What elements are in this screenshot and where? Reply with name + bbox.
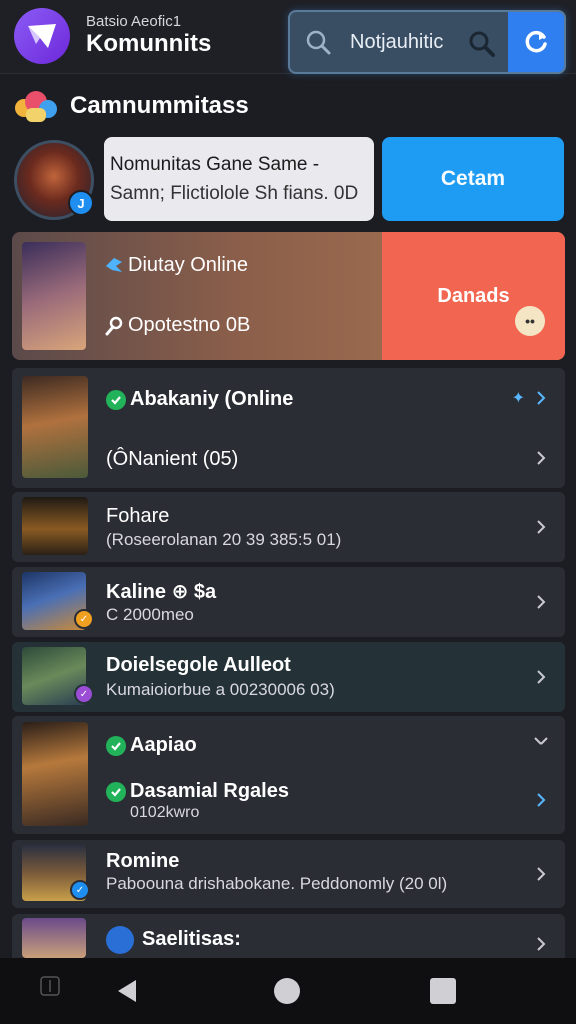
- verified-check-icon: [106, 781, 126, 802]
- list-item-title-row: Aapiao: [106, 734, 197, 757]
- paper-plane-icon: [28, 24, 56, 48]
- app-switch-icon[interactable]: [38, 974, 62, 998]
- featured-card[interactable]: Nomunitas Gane Same - Samn; Flictiolole …: [104, 137, 374, 221]
- list-item-title: Abakaniy (Online: [130, 388, 294, 410]
- app-logo[interactable]: [14, 8, 70, 64]
- home-icon[interactable]: [274, 978, 300, 1004]
- refresh-button[interactable]: [508, 12, 564, 72]
- featured-title: Nomunitas Gane Same -: [110, 154, 320, 175]
- highlight-card[interactable]: Diutay Online Opotestno 0B Danads ••: [12, 232, 565, 360]
- system-nav-bar: [0, 958, 576, 1024]
- chevron-right-icon[interactable]: [533, 390, 549, 406]
- list-item-title: Saelitisas:: [142, 928, 241, 950]
- community-icon: [15, 91, 57, 122]
- list-item[interactable]: Fohare (Roseerolanan 20 39 385:5 01): [12, 492, 565, 562]
- chevron-right-icon[interactable]: [533, 736, 549, 752]
- game-thumbnail: [22, 376, 88, 478]
- highlight-subtitle: Opotestno 0B: [128, 314, 251, 336]
- chevron-right-icon[interactable]: [533, 594, 549, 610]
- list-item-subtitle: (ÔNanient (05): [106, 448, 239, 470]
- chevron-right-icon[interactable]: [533, 866, 549, 882]
- search-bar[interactable]: Notjauhitic: [288, 10, 566, 74]
- highlight-thumbnail: [22, 242, 86, 350]
- list-item[interactable]: Abakaniy (Online (ÔNanient (05) ✦: [12, 368, 565, 488]
- list-item-title: Fohare: [106, 505, 170, 527]
- chevron-right-icon[interactable]: [533, 450, 549, 466]
- game-thumbnail: [22, 722, 88, 826]
- wrench-icon: [105, 316, 123, 335]
- search-icon: [306, 30, 331, 55]
- list-item-subtitle: Kumaioiorbue a 00230006 03): [106, 680, 335, 699]
- globe-icon: [106, 926, 134, 954]
- list-item[interactable]: Aapiao Dasamial Rgales 0102kwro: [12, 716, 565, 834]
- game-thumbnail: [22, 918, 86, 958]
- featured-badge: J: [68, 190, 94, 216]
- game-badge-icon: ✓: [74, 609, 94, 629]
- verified-check-icon: [106, 735, 126, 756]
- list-item[interactable]: Saelitisas:: [12, 914, 565, 958]
- game-badge-icon: ✓: [70, 880, 90, 900]
- list-item-title: Aapiao: [130, 734, 197, 756]
- list-item-subtitle: 0102kwro: [130, 804, 200, 821]
- chevron-right-icon[interactable]: [533, 519, 549, 535]
- list-item[interactable]: ✓ Doielsegole Aulleot Kumaioiorbue a 002…: [12, 642, 565, 712]
- highlight-button[interactable]: Danads ••: [382, 232, 565, 360]
- list-item-subtitle: C 2000meo: [106, 605, 194, 624]
- list-item-title: Romine: [106, 850, 180, 872]
- featured-subtitle: Samn; Flictiolole Sh fians. 0D: [110, 183, 359, 204]
- sparkle-icon: ✦: [511, 390, 525, 407]
- get-button[interactable]: Cetam: [382, 137, 564, 221]
- highlight-title: Diutay Online: [128, 254, 249, 276]
- list-item-subtitle: Paboouna drishabokane. Peddonomly (20 0l…: [106, 874, 448, 893]
- app-header: Batsio Aeofic1 Komunnits Notjauhitic: [0, 0, 576, 74]
- highlight-subtitle-row: Opotestno 0B: [104, 314, 250, 337]
- section-title: Camnummitass: [70, 92, 249, 119]
- list-item-title-row: Dasamial Rgales: [106, 780, 289, 803]
- chevron-right-icon[interactable]: [533, 669, 549, 685]
- chevron-right-icon[interactable]: [533, 936, 549, 952]
- refresh-icon: [525, 30, 547, 53]
- chevron-right-icon[interactable]: [533, 792, 549, 808]
- app-subtitle: Batsio Aeofic1: [86, 13, 182, 30]
- game-badge-icon: ✓: [74, 684, 94, 704]
- list-item-title: Kaline ⊕ $a: [106, 581, 217, 603]
- communities-heading: Camnummitass: [12, 86, 249, 126]
- bird-icon: [106, 257, 122, 272]
- list-item-title: Doielsegole Aulleot: [106, 654, 291, 676]
- search-input[interactable]: Notjauhitic: [350, 31, 443, 54]
- emoji-face-icon: ••: [515, 306, 545, 336]
- list-item-subtitle: (Roseerolanan 20 39 385:5 01): [106, 530, 342, 549]
- recents-icon[interactable]: [430, 978, 456, 1004]
- list-item[interactable]: ✓ Kaline ⊕ $a C 2000meo: [12, 567, 565, 637]
- highlight-title-row: Diutay Online: [104, 254, 248, 277]
- verified-check-icon: [106, 389, 126, 410]
- list-item-title-row: Abakaniy (Online: [106, 388, 293, 411]
- search-submit-icon[interactable]: [466, 28, 496, 58]
- game-thumbnail: [22, 497, 88, 555]
- list-item-title-secondary: Dasamial Rgales: [130, 780, 289, 802]
- app-title: Komunnits: [86, 30, 212, 57]
- list-item[interactable]: ✓ Romine Paboouna drishabokane. Peddonom…: [12, 840, 565, 908]
- back-icon[interactable]: [114, 978, 140, 1004]
- highlight-button-label: Danads: [437, 284, 510, 307]
